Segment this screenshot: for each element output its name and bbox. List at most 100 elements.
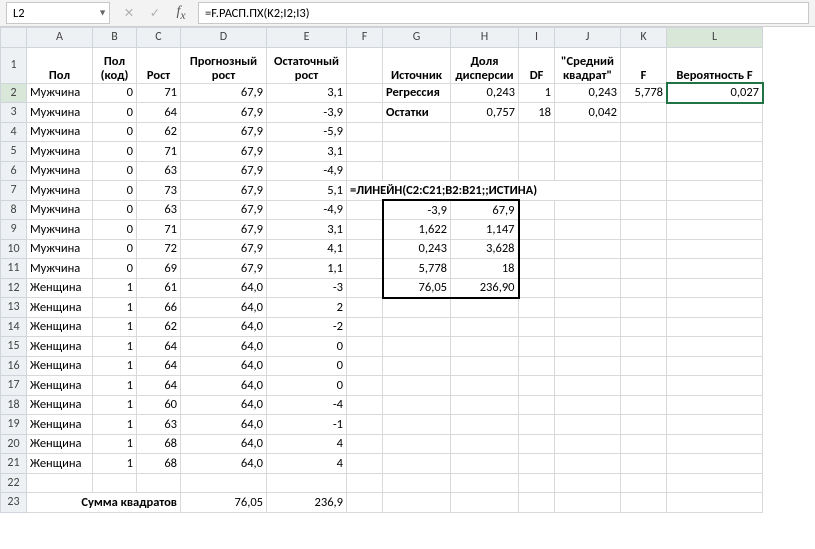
- cell[interactable]: 71: [137, 220, 181, 240]
- cell[interactable]: [519, 376, 555, 396]
- cell[interactable]: Пол (код): [93, 47, 137, 83]
- cell[interactable]: [555, 434, 621, 454]
- cell[interactable]: [519, 161, 555, 181]
- cell[interactable]: [555, 278, 621, 298]
- cell[interactable]: [667, 395, 763, 415]
- cell[interactable]: 73: [137, 181, 181, 201]
- cell[interactable]: 72: [137, 239, 181, 259]
- cell[interactable]: [519, 356, 555, 376]
- cell[interactable]: 18: [451, 259, 519, 279]
- cell[interactable]: [451, 356, 519, 376]
- cell[interactable]: Пол: [27, 47, 93, 83]
- cell[interactable]: 67,9: [451, 200, 519, 220]
- cell[interactable]: Женщина: [27, 317, 93, 337]
- cell[interactable]: 64: [137, 103, 181, 123]
- cancel-icon[interactable]: ✕: [120, 5, 138, 21]
- cell[interactable]: [451, 317, 519, 337]
- col-header[interactable]: G: [383, 28, 451, 48]
- col-header[interactable]: K: [621, 28, 667, 48]
- col-header[interactable]: L: [667, 28, 763, 48]
- cell[interactable]: 1: [93, 356, 137, 376]
- cell[interactable]: 62: [137, 122, 181, 142]
- cell[interactable]: [555, 259, 621, 279]
- cell[interactable]: [383, 356, 451, 376]
- cell[interactable]: Вероятность F: [667, 47, 763, 83]
- cell[interactable]: 64: [137, 376, 181, 396]
- cell[interactable]: [555, 142, 621, 162]
- cell[interactable]: [347, 161, 383, 181]
- cell[interactable]: [347, 220, 383, 240]
- cell[interactable]: Мужчина: [27, 200, 93, 220]
- active-cell[interactable]: 0,027: [667, 83, 763, 103]
- row-header[interactable]: 2: [1, 83, 27, 103]
- cell[interactable]: 63: [137, 415, 181, 435]
- cell[interactable]: [667, 298, 763, 318]
- cell[interactable]: -4: [267, 395, 347, 415]
- cell[interactable]: [621, 200, 667, 220]
- cell[interactable]: DF: [519, 47, 555, 83]
- cell[interactable]: [667, 317, 763, 337]
- cell[interactable]: [347, 317, 383, 337]
- cell[interactable]: 69: [137, 259, 181, 279]
- cell[interactable]: 1,1: [267, 259, 347, 279]
- cell[interactable]: [347, 395, 383, 415]
- row-header[interactable]: 16: [1, 356, 27, 376]
- cell[interactable]: [519, 259, 555, 279]
- cell[interactable]: [451, 298, 519, 318]
- cell[interactable]: [383, 161, 451, 181]
- cell[interactable]: 0: [93, 239, 137, 259]
- cell[interactable]: [621, 142, 667, 162]
- cell[interactable]: 2: [267, 298, 347, 318]
- cell[interactable]: 64,0: [181, 317, 267, 337]
- cell[interactable]: [347, 47, 383, 83]
- cell[interactable]: 67,9: [181, 200, 267, 220]
- cell[interactable]: [667, 415, 763, 435]
- cell[interactable]: [667, 239, 763, 259]
- cell[interactable]: 1: [93, 415, 137, 435]
- cell[interactable]: 67,9: [181, 103, 267, 123]
- row-header[interactable]: 11: [1, 259, 27, 279]
- cell[interactable]: 62: [137, 317, 181, 337]
- cell[interactable]: [347, 259, 383, 279]
- cell[interactable]: [555, 122, 621, 142]
- cell[interactable]: 3,1: [267, 220, 347, 240]
- cell[interactable]: Мужчина: [27, 220, 93, 240]
- cell[interactable]: Мужчина: [27, 142, 93, 162]
- cell[interactable]: [621, 122, 667, 142]
- cell[interactable]: Доля дисперсии: [451, 47, 519, 83]
- cell[interactable]: 60: [137, 395, 181, 415]
- cell[interactable]: 0: [93, 83, 137, 103]
- cell[interactable]: [667, 356, 763, 376]
- row-header[interactable]: 19: [1, 415, 27, 435]
- cell[interactable]: [555, 337, 621, 357]
- cell[interactable]: Рост: [137, 47, 181, 83]
- cell[interactable]: [519, 415, 555, 435]
- cell[interactable]: Регрессия: [383, 83, 451, 103]
- cell[interactable]: 0: [267, 356, 347, 376]
- cell[interactable]: 71: [137, 142, 181, 162]
- row-header[interactable]: 22: [1, 473, 27, 493]
- cell[interactable]: Мужчина: [27, 259, 93, 279]
- cell[interactable]: [347, 103, 383, 123]
- row-header[interactable]: 5: [1, 142, 27, 162]
- row-header[interactable]: 15: [1, 337, 27, 357]
- cell[interactable]: 236,9: [267, 493, 347, 513]
- cell[interactable]: [383, 298, 451, 318]
- cell[interactable]: Мужчина: [27, 122, 93, 142]
- cell[interactable]: [667, 103, 763, 123]
- cell[interactable]: Остаточный рост: [267, 47, 347, 83]
- cell[interactable]: Сумма квадратов: [27, 493, 181, 513]
- cell[interactable]: Прогнозный рост: [181, 47, 267, 83]
- row-header[interactable]: 1: [1, 47, 27, 83]
- row-header[interactable]: 10: [1, 239, 27, 259]
- cell[interactable]: [667, 473, 763, 493]
- confirm-icon[interactable]: ✓: [146, 5, 164, 21]
- row-header[interactable]: 8: [1, 200, 27, 220]
- cell[interactable]: [621, 356, 667, 376]
- cell[interactable]: [451, 122, 519, 142]
- cell[interactable]: [555, 220, 621, 240]
- cell[interactable]: -3,9: [383, 200, 451, 220]
- row-header[interactable]: 13: [1, 298, 27, 318]
- cell[interactable]: [555, 200, 621, 220]
- cell[interactable]: Мужчина: [27, 239, 93, 259]
